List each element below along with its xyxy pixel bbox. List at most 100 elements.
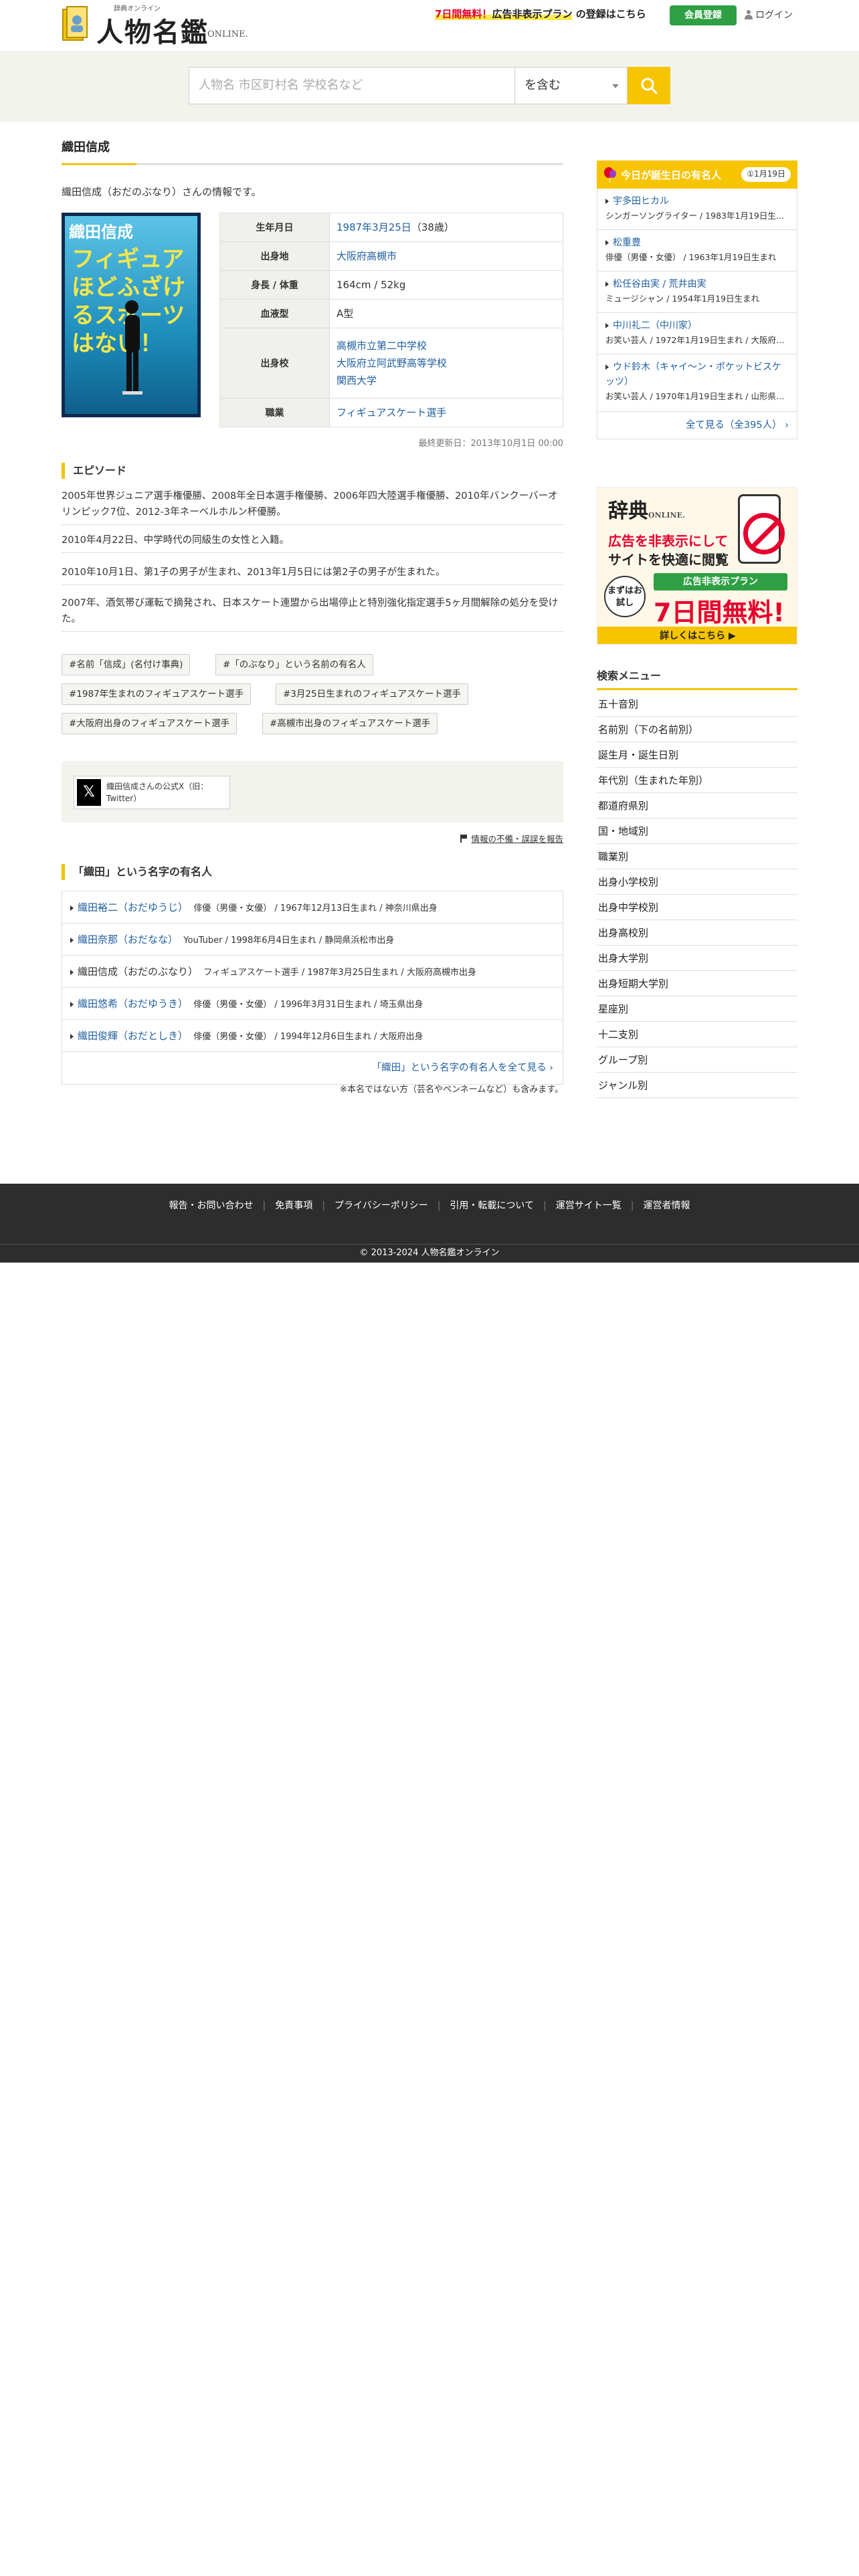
menu-item[interactable]: 国・地域別 (597, 819, 797, 844)
tag-link[interactable]: #高槻市出身のフィギュアスケート選手 (262, 713, 438, 734)
menu-item[interactable]: 出身大学別 (597, 946, 797, 971)
menu-item[interactable]: 出身中学校別 (597, 895, 797, 920)
menu-item[interactable]: 誕生月・誕生日別 (597, 742, 797, 768)
report-link[interactable]: 情報の不備・誤誤を報告 (375, 832, 563, 845)
menu-item[interactable]: 五十音別 (597, 691, 797, 717)
book-cover-image[interactable]: 織田信成 フィギュアほどふざけるスポーツはない！ (62, 213, 201, 417)
search-mode-select[interactable]: を含む (515, 67, 628, 104)
tag-link[interactable]: #大阪府出身のフィギュアスケート選手 (62, 713, 237, 734)
ad-logo: 辞典ONLINE. (608, 494, 685, 524)
surname-more-label: 「織田」という名字の有名人を全て見る (371, 1063, 547, 1073)
row-job: 職業 フィギュアスケート選手 (219, 398, 563, 427)
footer-link[interactable]: 運営サイト一覧 (556, 1200, 622, 1211)
triangle-icon (605, 199, 611, 204)
twitter-card[interactable]: 𝕏 織田信成さんの公式X（旧：Twitter） (74, 776, 230, 809)
footer-link[interactable]: プライバシーポリシー (335, 1200, 428, 1211)
birthday-name[interactable]: 松任谷由実 / 荒井由実 (613, 279, 706, 290)
footer-link[interactable]: 免責事項 (275, 1200, 312, 1211)
birthday-item[interactable]: 中川礼二（中川家） お笑い芸人 / 1972年1月19日生まれ / 大阪府出身 (597, 313, 797, 354)
row-school: 出身校 高槻市立第二中学校 大阪府立阿武野高等学校 関西大学 (219, 328, 563, 399)
surname-more-link[interactable]: 「織田」という名字の有名人を全て見る › (372, 1063, 553, 1073)
flag-icon (460, 835, 468, 843)
footer-separator: | (437, 1200, 441, 1211)
from-link[interactable]: 大阪府高槻市 (337, 250, 397, 262)
ad-logo-online: ONLINE. (648, 511, 685, 520)
surname-person-row[interactable]: 織田奈那（おだなな） YouTuber / 1998年6月4日生まれ / 静岡県… (62, 924, 563, 956)
person-name[interactable]: 織田裕二（おだゆうじ） (78, 901, 188, 914)
birthday-item[interactable]: 松任谷由実 / 荒井由実 ミュージシャン / 1954年1月19日生まれ (597, 272, 797, 313)
footer-link[interactable]: 運営者情報 (643, 1200, 690, 1211)
blood-label: 血液型 (219, 299, 330, 328)
triangle-icon (605, 282, 611, 287)
balloon-icon (604, 167, 616, 183)
search-input[interactable]: 人物名 市区町村名 学校名など (189, 67, 515, 104)
register-button[interactable]: 会員登録 (670, 5, 737, 25)
person-desc: 俳優（男優・女優） / 1967年12月13日生まれ / 神奈川県出身 (193, 903, 438, 914)
menu-item[interactable]: 都道府県別 (597, 793, 797, 819)
birthday-name[interactable]: 宇多田ヒカル (613, 196, 669, 207)
episode-item: 2007年、酒気帯び運転で摘発され、日本スケート連盟から出場停止と特別強化指定選… (62, 595, 563, 632)
birth-link[interactable]: 1987年3月25日 (337, 221, 411, 233)
menu-item[interactable]: 職業別 (597, 844, 797, 869)
birthday-name[interactable]: 松重豊 (613, 237, 641, 248)
person-name[interactable]: 織田俊輝（おだとしき） (78, 1030, 188, 1042)
school-link[interactable]: 大阪府立阿武野高等学校 (337, 354, 556, 372)
tag-link[interactable]: #1987年生まれのフィギュアスケート選手 (62, 683, 252, 705)
login-link[interactable]: ログイン (744, 8, 793, 21)
surname-person-row[interactable]: 織田俊輝（おだとしき） 俳優（男優・女優） / 1994年12月6日生まれ / … (62, 1020, 563, 1052)
triangle-icon (70, 938, 76, 943)
search-menu-list: 五十音別 名前別（下の名前別） 誕生月・誕生日別 年代別（生まれた年別） 都道府… (597, 691, 797, 1098)
birthday-item[interactable]: ウド鈴木（キャイ～ン・ポケットビスケッツ） お笑い芸人 / 1970年1月19日生… (597, 354, 797, 412)
job-link[interactable]: フィギュアスケート選手 (337, 407, 446, 419)
menu-item[interactable]: 出身高校別 (597, 920, 797, 946)
body-label: 身長 / 体重 (219, 270, 330, 300)
note-text: ※本名ではない方（芸名やペンネームなど）も含みます。 (340, 1085, 563, 1095)
birthday-header: 今日が誕生日の有名人 ①1月19日 (597, 160, 797, 189)
surname-person-row[interactable]: 織田裕二（おだゆうじ） 俳優（男優・女優） / 1967年12月13日生まれ /… (62, 891, 563, 924)
person-name[interactable]: 織田悠希（おだゆうき） (78, 998, 188, 1010)
ban-icon (743, 513, 785, 554)
menu-item[interactable]: 星座別 (597, 996, 797, 1022)
menu-item[interactable]: 出身小学校別 (597, 869, 797, 895)
school-link[interactable]: 高槻市立第二中学校 (337, 337, 556, 354)
login-label: ログイン (755, 10, 793, 21)
menu-item[interactable]: グループ別 (597, 1047, 797, 1073)
surname-person-row[interactable]: 織田悠希（おだゆうき） 俳優（男優・女優） / 1996年3月31日生まれ / … (62, 988, 563, 1020)
menu-item[interactable]: 名前別（下の名前別） (597, 717, 797, 742)
site-logo[interactable]: 辞典オンライン 人物名鑑 ONLINE. (62, 3, 269, 48)
user-icon (744, 10, 753, 19)
ad-banner[interactable]: 辞典ONLINE. 広告を非表示にして サイトを快適に閲覧 まずはお試し 広告非… (597, 487, 797, 645)
footer-separator: | (262, 1200, 266, 1211)
birthday-item[interactable]: 宇多田ヒカルシンガーソングライター / 1983年1月19日生まれ (597, 189, 797, 230)
triangle-icon (605, 364, 611, 370)
school-link[interactable]: 関西大学 (337, 372, 556, 389)
footer-link[interactable]: 引用・転載について (450, 1200, 534, 1211)
tag-link[interactable]: #名前「信成」(名付け事典) (62, 654, 191, 675)
book-icon (62, 6, 88, 41)
triangle-icon (605, 323, 611, 328)
surname-heading: 「織田」という名字の有名人 (62, 864, 212, 880)
birthday-desc: お笑い芸人 / 1970年1月19日生まれ / 山形県出身 (605, 391, 789, 401)
menu-item[interactable]: 十二支別 (597, 1022, 797, 1047)
episode-item: 2005年世界ジュニア選手権優勝、2008年全日本選手権優勝、2006年四大陸選… (62, 488, 563, 525)
birthday-desc: 俳優（男優・女優） / 1963年1月19日生まれ (605, 252, 777, 262)
birthday-more-label: 全て見る（全395人） (685, 420, 782, 431)
menu-item[interactable]: 年代別（生まれた年別） (597, 768, 797, 793)
episode-item: 2010年4月22日、中学時代の同級生の女性と入籍。 (62, 532, 563, 553)
birthday-name[interactable]: 中川礼二（中川家） (613, 320, 697, 331)
menu-item[interactable]: 出身短期大学別 (597, 971, 797, 996)
footer-link[interactable]: 報告・お問い合わせ (169, 1200, 254, 1211)
person-name[interactable]: 織田奈那（おだなな） (78, 934, 178, 946)
tag-link[interactable]: #「のぶなり」という名前の有名人 (215, 654, 373, 675)
birthday-desc: シンガーソングライター / 1983年1月19日生まれ (605, 211, 789, 221)
search-button[interactable] (628, 67, 670, 104)
birthday-item[interactable]: 松重豊俳優（男優・女優） / 1963年1月19日生まれ (597, 230, 797, 272)
birthday-more-link[interactable]: 全て見る（全395人） › (686, 420, 789, 431)
birthday-name[interactable]: ウド鈴木（キャイ～ン・ポケットビスケッツ） (605, 362, 781, 387)
menu-item[interactable]: ジャンル別 (597, 1073, 797, 1098)
tag-link[interactable]: #3月25日生まれのフィギュアスケート選手 (276, 683, 469, 705)
birth-cell: 1987年3月25日（38歳） (329, 213, 563, 242)
row-blood: 血液型 A型 (219, 299, 563, 328)
promo-link[interactable]: 7日間無料！広告非表示プラン の登録はこちら (435, 7, 646, 21)
search-band: 人物名 市区町村名 学校名など を含む (0, 51, 859, 122)
